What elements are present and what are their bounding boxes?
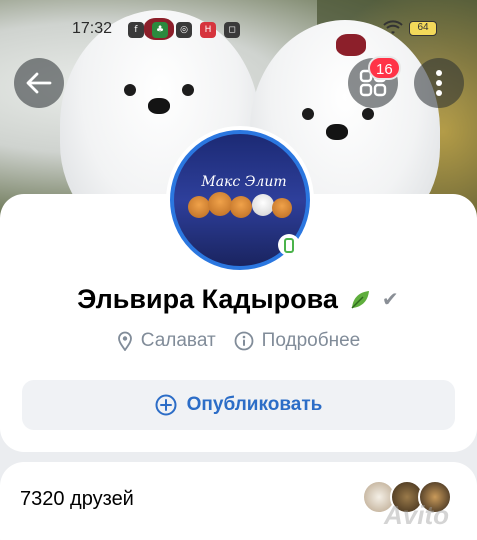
plus-circle-icon bbox=[155, 394, 177, 416]
dog-eye bbox=[182, 84, 194, 96]
status-app-icons: f ♣ ◎ Н ◻ bbox=[128, 22, 240, 38]
facebook-icon: f bbox=[128, 22, 144, 38]
details-link-label: Подробнее bbox=[261, 330, 361, 351]
more-button[interactable] bbox=[414, 58, 464, 108]
dog-eye bbox=[362, 108, 374, 120]
publish-button-label: Опубликовать bbox=[186, 394, 323, 415]
profile-meta-row: Салават Подробнее bbox=[0, 330, 477, 352]
leaf-icon[interactable] bbox=[348, 288, 372, 312]
dog-eye bbox=[124, 84, 136, 96]
details-link[interactable]: Подробнее bbox=[234, 330, 361, 352]
status-bar: 17:32 f ♣ ◎ Н ◻ 64 bbox=[0, 18, 477, 44]
instagram-icon: ◻ bbox=[224, 22, 240, 38]
profile-name: Эльвира Кадырова bbox=[77, 284, 338, 314]
online-mobile-icon bbox=[278, 234, 300, 256]
profile-name-row: Эльвира Кадырова ✔ bbox=[0, 284, 477, 315]
dog-nose bbox=[326, 124, 348, 140]
location-pin-icon bbox=[117, 331, 132, 351]
avatar-puppy bbox=[272, 198, 292, 218]
info-icon bbox=[234, 331, 254, 351]
avito-watermark: Avito bbox=[384, 500, 449, 530]
dog-eye bbox=[302, 108, 314, 120]
vpn-icon: ◎ bbox=[176, 22, 192, 38]
news-icon: Н bbox=[200, 22, 216, 38]
avatar-banner-text: Макс Элит bbox=[201, 174, 287, 190]
more-vertical-icon bbox=[436, 70, 442, 96]
avatar-puppy bbox=[230, 196, 252, 218]
back-button[interactable] bbox=[14, 58, 64, 108]
notification-badge: 16 bbox=[368, 56, 401, 80]
avatar-puppy bbox=[208, 192, 232, 216]
battery-icon: 64 bbox=[409, 20, 437, 36]
wifi-icon bbox=[383, 20, 403, 34]
avatar-puppy bbox=[188, 196, 210, 218]
avatar-puppy bbox=[252, 194, 274, 216]
arrow-left-icon bbox=[26, 72, 52, 94]
friends-count[interactable]: 7320 друзей bbox=[20, 488, 134, 511]
status-right: 64 bbox=[383, 20, 437, 36]
profile-screen: 17:32 f ♣ ◎ Н ◻ 64 16 Макс Элит Эльвира … bbox=[0, 0, 477, 540]
status-time: 17:32 bbox=[72, 20, 113, 37]
location: Салават bbox=[117, 330, 216, 352]
publish-button[interactable]: Опубликовать bbox=[22, 380, 455, 430]
dog-nose bbox=[148, 98, 170, 114]
verified-check-icon[interactable]: ✔ bbox=[382, 290, 400, 310]
game-icon: ♣ bbox=[152, 22, 168, 38]
location-city: Салават bbox=[140, 330, 216, 351]
